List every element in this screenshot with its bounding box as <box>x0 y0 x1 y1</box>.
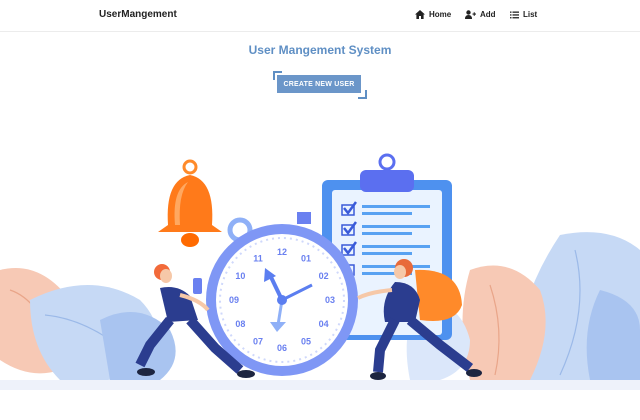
clock-number: 04 <box>319 319 329 329</box>
brand-logo[interactable]: UserMangement <box>99 9 177 20</box>
nav-add-label: Add <box>480 10 496 19</box>
clock-number: 08 <box>235 319 245 329</box>
nav-add[interactable]: Add <box>465 10 496 19</box>
clock-number: 02 <box>319 271 329 281</box>
nav-list[interactable]: List <box>510 10 537 19</box>
page-title: User Mangement System <box>248 43 392 57</box>
bell-icon <box>158 159 222 247</box>
navbar: UserMangement Home Add List <box>0 0 640 32</box>
nav-list-label: List <box>523 10 538 19</box>
clock-number: 09 <box>229 295 239 305</box>
clock-number: 07 <box>253 337 263 347</box>
hero-illustration: 12 01 02 03 04 05 06 07 08 09 10 11 <box>0 153 640 390</box>
create-user-container: CREATE NEW USER <box>273 71 367 99</box>
leaves-left-illustration <box>0 268 176 382</box>
clock-number: 12 <box>277 247 287 257</box>
clock-number: 01 <box>301 253 311 263</box>
clock-number: 03 <box>325 295 335 305</box>
clock-number: 06 <box>277 343 287 353</box>
nav-home[interactable]: Home <box>415 10 451 19</box>
ground <box>0 380 640 390</box>
create-new-user-button[interactable]: CREATE NEW USER <box>277 75 361 93</box>
home-icon <box>415 10 425 19</box>
list-icon <box>510 11 519 18</box>
nav-home-label: Home <box>429 10 452 19</box>
add-user-icon <box>465 10 476 19</box>
clock-number: 05 <box>301 337 311 347</box>
clock-number: 10 <box>235 271 245 281</box>
clock-number: 11 <box>253 253 263 263</box>
